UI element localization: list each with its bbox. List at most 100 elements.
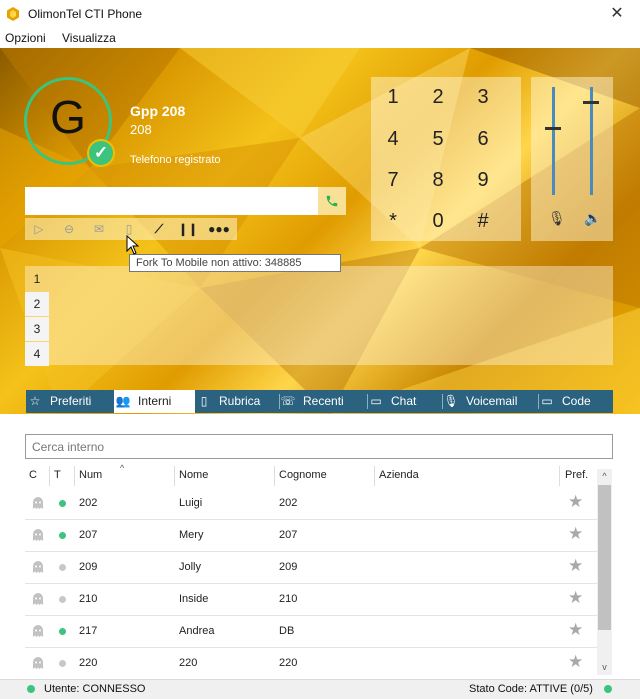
conference-icon[interactable]: ●●●	[208, 220, 230, 238]
scroll-up-icon[interactable]: ^	[597, 469, 612, 484]
tab-label: Voicemail	[466, 394, 518, 408]
keypad-key[interactable]: 3	[463, 82, 503, 112]
tab-recenti[interactable]: ☏ Recenti	[279, 390, 368, 413]
dial-number-input[interactable]	[25, 187, 318, 215]
hold-icon[interactable]: ❙❙	[177, 220, 199, 238]
column-divider	[374, 466, 375, 486]
keypad-key[interactable]: 7	[373, 165, 413, 195]
cell-num: 202	[79, 497, 98, 509]
column-divider	[274, 466, 275, 486]
user-name: Gpp 208	[130, 103, 186, 119]
do-not-disturb-icon[interactable]: ⊖	[58, 220, 80, 238]
tab-rubrica[interactable]: ▯ Rubrica	[195, 390, 280, 413]
tab-label: Preferiti	[50, 394, 92, 408]
mouse-cursor-icon	[126, 235, 140, 255]
keypad-key[interactable]: 5	[418, 124, 458, 154]
contact-status-icon	[31, 592, 45, 606]
favorite-star-icon[interactable]: ★	[568, 652, 583, 672]
queue-icon: ▭	[541, 394, 553, 408]
line-item[interactable]: 2	[25, 292, 49, 316]
scroll-down-icon[interactable]: v	[597, 660, 612, 675]
column-header-c[interactable]: C	[29, 469, 37, 481]
tab-code[interactable]: ▭ Code	[538, 390, 613, 413]
column-divider	[74, 466, 75, 486]
call-lines-panel	[25, 266, 613, 365]
favorite-star-icon[interactable]: ★	[568, 620, 583, 640]
chat-icon: ▭	[370, 394, 382, 408]
microphone-volume-slider[interactable]	[552, 87, 555, 195]
table-row[interactable]	[25, 487, 597, 520]
favorite-star-icon[interactable]: ★	[568, 588, 583, 608]
keypad-key[interactable]: #	[463, 206, 503, 236]
microphone-icon[interactable]: 🎙	[548, 210, 566, 227]
tab-label: Rubrica	[219, 394, 261, 408]
video-call-icon[interactable]: ▷	[28, 220, 50, 238]
cell-num: 217	[79, 625, 98, 637]
keypad-key[interactable]: 8	[418, 165, 458, 195]
column-header-cognome[interactable]: Cognome	[279, 469, 327, 481]
tab-chat[interactable]: ▭ Chat	[367, 390, 443, 413]
window-title: OlimonTel CTI Phone	[28, 7, 143, 21]
table-row[interactable]	[25, 551, 597, 584]
chart-icon[interactable]: ⟋	[148, 220, 170, 238]
tab-label: Code	[562, 394, 591, 408]
contact-status-icon	[31, 560, 45, 574]
microphone-volume-thumb[interactable]	[545, 126, 561, 130]
call-button[interactable]	[318, 187, 346, 215]
keypad-key[interactable]: 4	[373, 124, 413, 154]
speaker-volume-thumb[interactable]	[583, 101, 599, 105]
tab-label: Chat	[391, 394, 417, 408]
cell-cognome: 210	[279, 593, 298, 605]
cell-num: 220	[79, 657, 98, 669]
keypad-key[interactable]: 2	[418, 82, 458, 112]
keypad-key[interactable]: *	[373, 206, 413, 236]
favorite-star-icon[interactable]: ★	[568, 524, 583, 544]
cell-num: 209	[79, 561, 98, 573]
column-header-pref[interactable]: Pref.	[565, 469, 588, 481]
microphone-icon: 🎙	[443, 394, 459, 408]
presence-dot	[59, 628, 66, 635]
scrollbar-thumb[interactable]	[598, 485, 611, 630]
keypad-key[interactable]: 1	[373, 82, 413, 112]
column-header-num[interactable]: Num	[79, 469, 102, 481]
voicemail-envelope-icon[interactable]: ✉	[88, 220, 110, 238]
app-logo-icon	[7, 7, 19, 21]
line-item[interactable]: 4	[25, 342, 49, 366]
sort-ascending-icon: ^	[120, 463, 125, 473]
column-divider	[174, 466, 175, 486]
table-row[interactable]	[25, 583, 597, 616]
keypad-key[interactable]: 6	[463, 124, 503, 154]
close-window-button[interactable]: ✕	[600, 2, 634, 26]
line-item[interactable]: 3	[25, 317, 49, 341]
keypad-key[interactable]: 9	[463, 165, 503, 195]
contact-status-icon	[31, 528, 45, 542]
column-header-t[interactable]: T	[54, 469, 61, 481]
cell-cognome: 202	[279, 497, 298, 509]
avatar-initial: G	[50, 91, 86, 143]
menu-visualizza[interactable]: Visualizza	[62, 31, 116, 45]
keypad-key[interactable]: 0	[418, 206, 458, 236]
registered-check-icon: ✓	[87, 139, 115, 167]
user-extension: 208	[130, 122, 152, 137]
column-header-nome[interactable]: Nome	[179, 469, 208, 481]
table-row[interactable]	[25, 615, 597, 648]
favorite-star-icon[interactable]: ★	[568, 492, 583, 512]
column-divider	[49, 466, 50, 486]
line-item[interactable]: 1	[25, 267, 49, 291]
table-row[interactable]	[25, 647, 597, 680]
queue-status-dot	[604, 685, 612, 693]
cell-nome: Jolly	[179, 561, 202, 573]
speaker-icon[interactable]: 🔈	[584, 210, 601, 227]
cell-nome: Mery	[179, 529, 204, 541]
search-interno-input[interactable]	[25, 434, 613, 459]
tab-interni[interactable]: 👥 Interni	[114, 390, 195, 413]
table-row[interactable]	[25, 519, 597, 552]
column-header-azienda[interactable]: Azienda	[379, 469, 419, 481]
menu-opzioni[interactable]: Opzioni	[5, 31, 46, 45]
tab-voicemail[interactable]: 🎙 Voicemail	[442, 390, 539, 413]
favorite-star-icon[interactable]: ★	[568, 556, 583, 576]
tab-preferiti[interactable]: ☆ Preferiti	[26, 390, 115, 413]
tab-label: Interni	[138, 394, 172, 408]
presence-dot	[59, 660, 66, 667]
registration-status: Telefono registrato	[130, 154, 221, 166]
